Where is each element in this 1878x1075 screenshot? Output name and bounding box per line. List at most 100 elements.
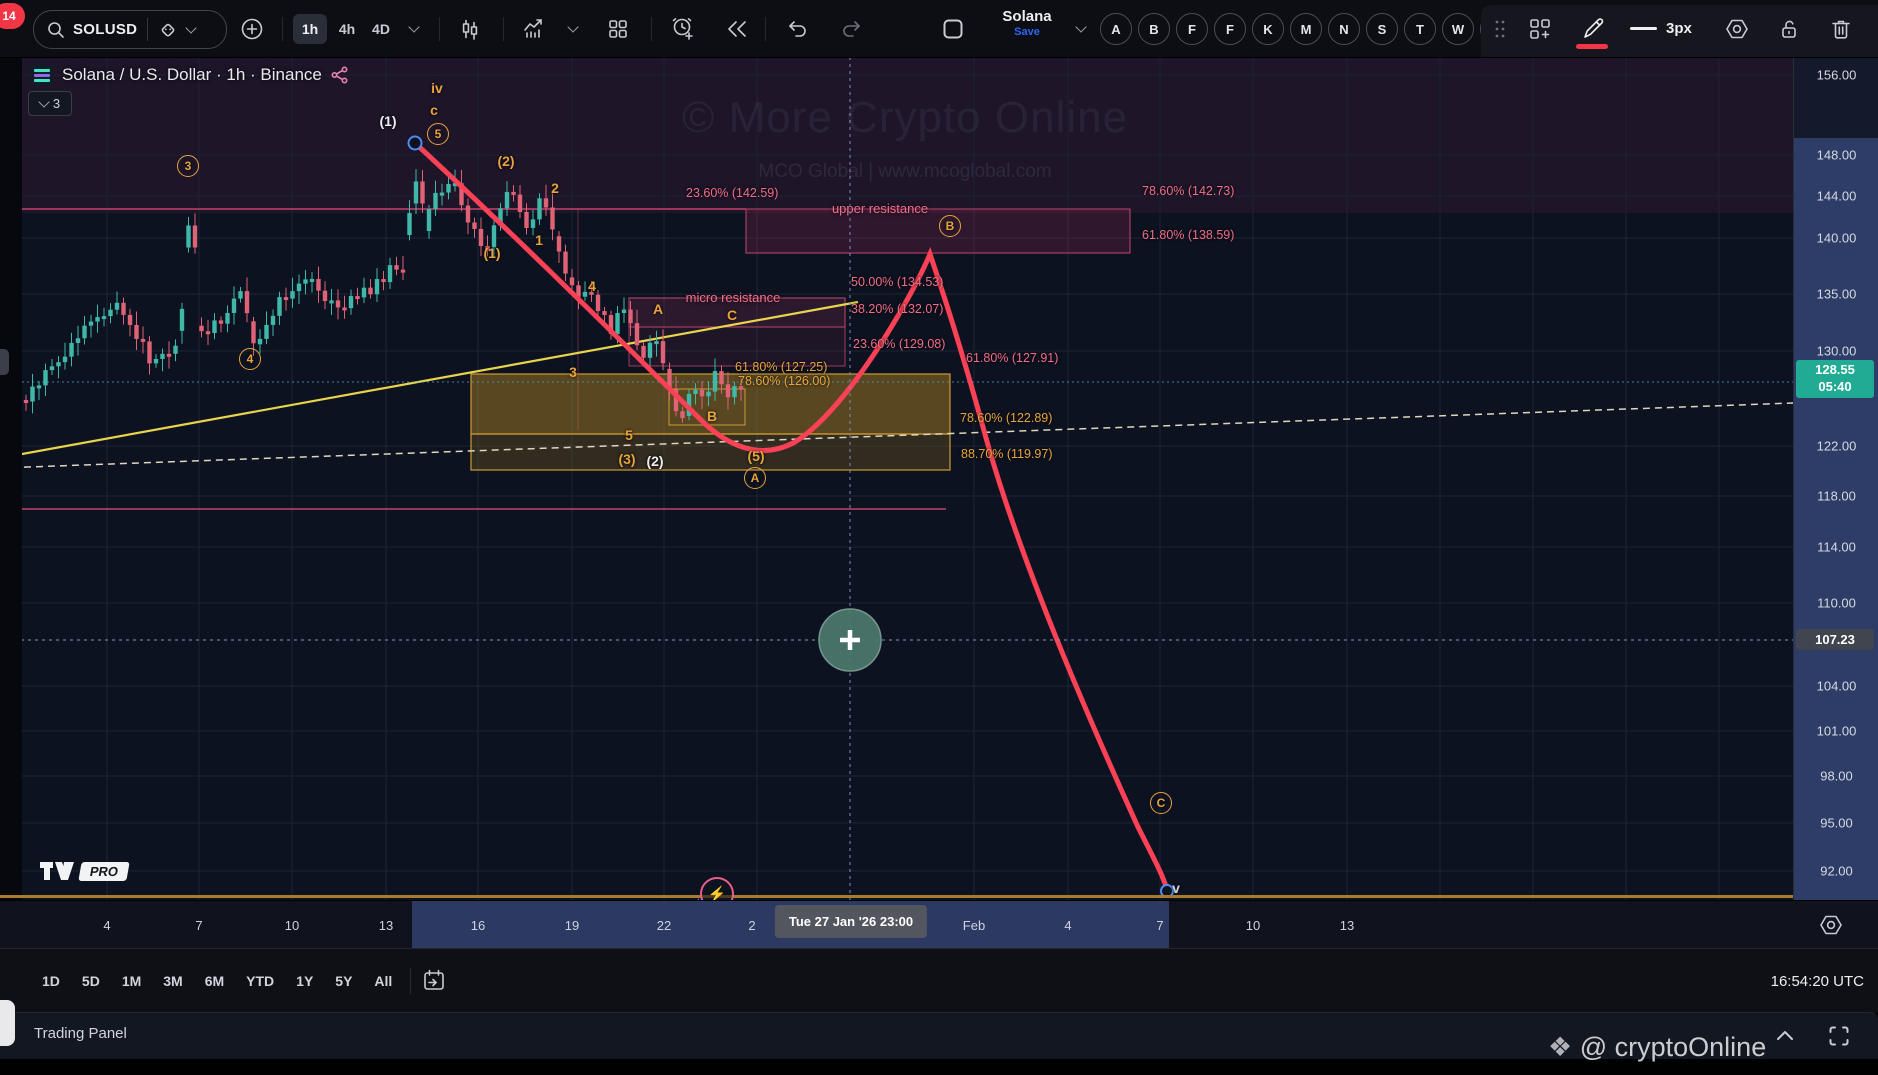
channel-watermark: ❖ @ cryptoOnline xyxy=(1548,1032,1767,1062)
grid-plus-icon xyxy=(1530,18,1550,39)
letter-button-s-7[interactable]: S xyxy=(1366,13,1398,45)
axis-settings-icon[interactable] xyxy=(1818,912,1844,938)
wave-label: (5) xyxy=(747,448,765,464)
wave-label: 5 xyxy=(427,123,449,145)
lock-button[interactable] xyxy=(1773,0,1805,57)
settings-button[interactable] xyxy=(1720,0,1754,57)
trading-panel-label: Trading Panel xyxy=(34,1025,127,1042)
indicators-menu[interactable] xyxy=(563,0,583,57)
letter-button-f-3[interactable]: F xyxy=(1214,13,1246,45)
letter-button-b-1[interactable]: B xyxy=(1138,13,1170,45)
divider xyxy=(439,17,440,41)
delete-button[interactable] xyxy=(1825,0,1857,57)
timeframe-1h[interactable]: 1h xyxy=(292,13,328,44)
letter-button-f-2[interactable]: F xyxy=(1176,13,1208,45)
line-width-sample[interactable] xyxy=(1630,27,1657,30)
sidebar-handle[interactable] xyxy=(0,349,9,375)
range-button-ytd[interactable]: YTD xyxy=(238,967,282,995)
notification-badge[interactable]: 14 xyxy=(0,3,25,29)
chevron-down-icon[interactable] xyxy=(185,22,197,34)
diamond-logo-icon: ❖ xyxy=(1548,1032,1573,1062)
divider xyxy=(147,18,149,41)
timeframe-4h[interactable]: 4h xyxy=(330,14,364,44)
symbol-search[interactable]: SOLUSD xyxy=(33,10,227,49)
support-zone-bottom[interactable] xyxy=(470,433,951,471)
projection-start-marker[interactable] xyxy=(407,135,423,151)
diamond-pair-icon[interactable] xyxy=(158,20,178,40)
micro-resistance-label[interactable]: micro resistance xyxy=(686,290,781,305)
range-button-5d[interactable]: 5D xyxy=(74,967,108,995)
letter-button-m-5[interactable]: M xyxy=(1290,13,1322,45)
time-tick: 10 xyxy=(284,917,300,933)
timeframe-4d[interactable]: 4D xyxy=(363,14,399,44)
add-symbol-button[interactable] xyxy=(238,0,266,57)
divider xyxy=(282,17,283,41)
range-button-1m[interactable]: 1M xyxy=(114,967,149,995)
time-tick: 7 xyxy=(195,917,203,933)
clock-utc[interactable]: 16:54:20 UTC xyxy=(1771,949,1864,1013)
letter-button-n-6[interactable]: N xyxy=(1328,13,1360,45)
fib-label: 38.20% (132.07) xyxy=(851,302,944,316)
range-button-3m[interactable]: 3M xyxy=(155,967,190,995)
range-button-1d[interactable]: 1D xyxy=(34,967,68,995)
timeframe-menu[interactable] xyxy=(404,0,424,57)
price-tick: 118.00 xyxy=(1817,488,1856,504)
range-button-all[interactable]: All xyxy=(366,967,400,995)
letter-button-t-8[interactable]: T xyxy=(1404,13,1436,45)
wave-label: 1 xyxy=(535,232,543,248)
alert-button[interactable] xyxy=(666,0,700,57)
undo-icon xyxy=(789,20,806,37)
range-button-1y[interactable]: 1Y xyxy=(288,967,321,995)
drag-handle[interactable] xyxy=(1490,0,1510,57)
upper-resistance-label[interactable]: upper resistance xyxy=(832,201,928,216)
time-tick: 7 xyxy=(1156,917,1164,933)
undo-button[interactable] xyxy=(781,0,813,57)
chart-style-candles-button[interactable] xyxy=(456,0,484,57)
chart-line-icon xyxy=(524,18,542,38)
layout-save[interactable]: Solana Save xyxy=(992,8,1062,38)
trash-icon xyxy=(1832,20,1850,39)
price-axis[interactable]: 156.00 148.00 144.00 140.00 135.00 130.00 122.… xyxy=(1793,57,1878,900)
chevron-up-icon[interactable] xyxy=(1772,1023,1798,1049)
price-tick: 156.00 xyxy=(1816,67,1857,83)
go-to-date-icon[interactable] xyxy=(421,968,447,994)
fib-label: 78.60% (126.00) xyxy=(738,374,831,388)
current-price: 128.55 xyxy=(1815,362,1855,377)
upper-resistance-zone[interactable] xyxy=(745,208,1131,254)
fib-label: 61.80% (127.25) xyxy=(735,360,828,374)
line-width-label[interactable]: 3px xyxy=(1666,20,1692,37)
layout-menu[interactable] xyxy=(1071,0,1091,57)
top-toolbar: 14 SOLUSD 1h 4h 4D Solana Save A B F F K… xyxy=(0,0,1878,58)
tradingview-logo[interactable]: PRO xyxy=(40,860,130,882)
expand-icon[interactable] xyxy=(1826,1023,1852,1049)
chart-area[interactable]: © More Crypto Online MCO Global | www.mc… xyxy=(0,57,1793,900)
tradingview-app: 14 SOLUSD 1h 4h 4D Solana Save A B F F K… xyxy=(0,0,1878,1075)
price-tick: 148.00 xyxy=(1816,147,1857,163)
add-widget-button[interactable] xyxy=(1524,0,1556,57)
layout-grid-button[interactable] xyxy=(602,0,634,57)
letter-button-k-4[interactable]: K xyxy=(1252,13,1284,45)
save-button[interactable]: Save xyxy=(992,26,1062,38)
panel-pull-tab[interactable] xyxy=(0,1000,15,1046)
range-button-5y[interactable]: 5Y xyxy=(327,967,360,995)
time-tick: 22 xyxy=(656,917,672,933)
time-axis[interactable]: 4 7 10 13 16 19 22 2 Feb 4 7 10 13 Tue 27 Jan '26 23… xyxy=(0,900,1878,949)
wave-label: B xyxy=(939,215,961,237)
fib-label: 50.00% (134.53) xyxy=(851,275,944,289)
time-tick: Feb xyxy=(962,917,986,933)
wave-label: (1) xyxy=(379,113,397,129)
replay-button[interactable] xyxy=(720,0,754,57)
range-button-6m[interactable]: 6M xyxy=(197,967,232,995)
symbol-header[interactable]: Solana / U.S. Dollar · 1h · Binance xyxy=(30,63,350,87)
letter-button-a-0[interactable]: A xyxy=(1100,13,1132,45)
divider xyxy=(503,17,504,41)
wave-label: A xyxy=(744,467,766,489)
share-icon[interactable] xyxy=(330,65,350,85)
letter-button-w-9[interactable]: W xyxy=(1442,13,1474,45)
object-tree-toggle[interactable]: 3 xyxy=(28,91,72,116)
redo-button[interactable] xyxy=(836,0,868,57)
select-tool-button[interactable] xyxy=(937,0,969,57)
projection-path[interactable] xyxy=(412,140,1170,893)
indicators-button[interactable] xyxy=(518,0,550,57)
price-axis-highlight xyxy=(1794,138,1878,900)
